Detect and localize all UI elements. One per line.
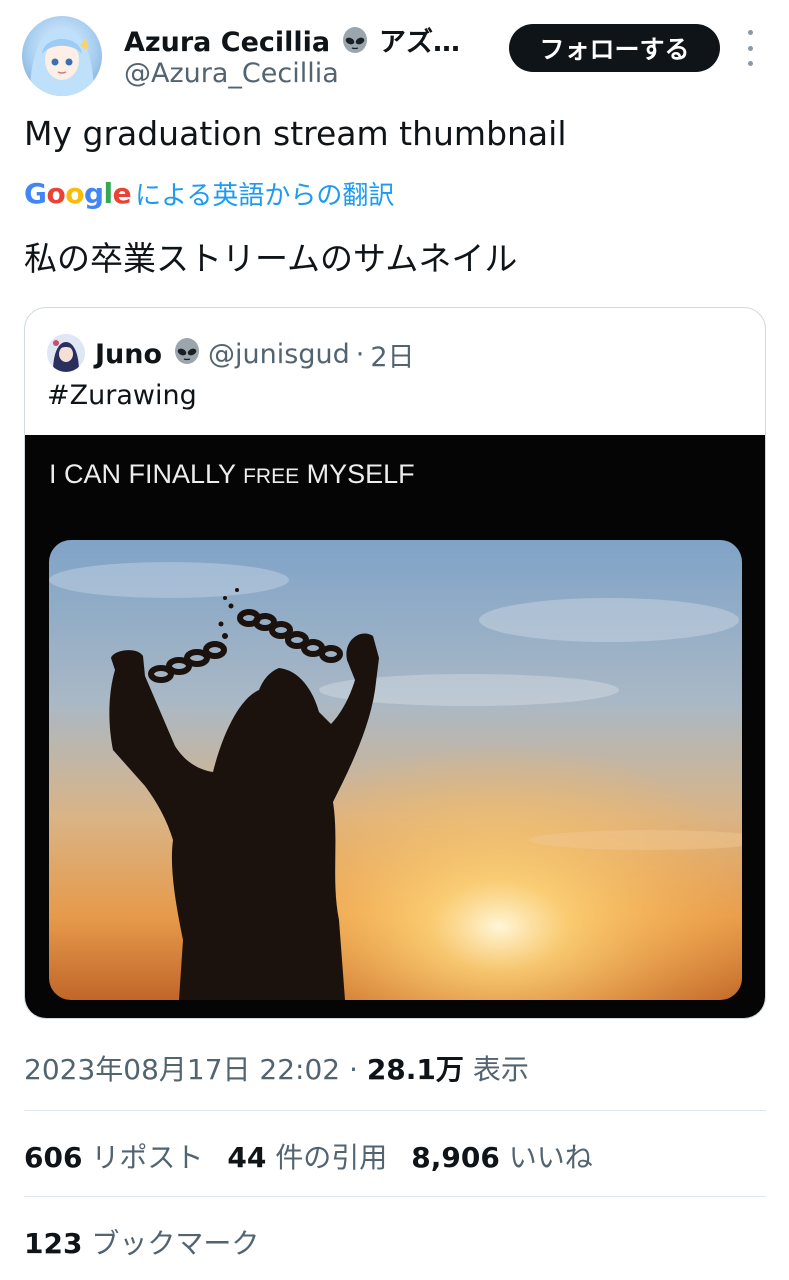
author-name-text: Azura Cecillia: [124, 27, 331, 58]
tweet-text: My graduation stream thumbnail: [24, 114, 567, 153]
views-label: 表示: [472, 1053, 529, 1086]
follow-button[interactable]: フォローする: [509, 24, 720, 72]
author-handle[interactable]: @Azura_Cecillia: [124, 58, 339, 89]
reposts-stat[interactable]: 606 リポスト: [24, 1136, 203, 1176]
reposts-label: リポスト: [91, 1141, 204, 1174]
translation-attribution[interactable]: Google による英語からの翻訳: [24, 175, 394, 212]
meta-separator: ·: [349, 1053, 358, 1086]
likes-count: 8,906: [411, 1141, 500, 1174]
engagement-stats: 606 リポスト 44 件の引用 8,906 いいね: [24, 1136, 593, 1176]
quoted-tweet-age: 2日: [370, 342, 415, 373]
meta-separator: ·: [355, 339, 365, 370]
media-caption-part: MYSELF: [306, 459, 415, 489]
translation-label: による英語からの翻訳: [135, 181, 395, 211]
media-caption: I CAN FINALLY FREE MYSELF: [49, 459, 415, 490]
bookmarks-label: ブックマーク: [91, 1227, 260, 1260]
divider: [24, 1110, 766, 1111]
reposts-count: 606: [24, 1141, 83, 1174]
author-name-suffix: アズ…: [378, 27, 460, 58]
quoted-author-avatar[interactable]: [47, 334, 85, 372]
alien-emoji-icon: [172, 336, 202, 373]
google-logo: Google: [24, 177, 132, 210]
sunset-silhouette-image: [49, 540, 742, 1000]
tweet-timestamp[interactable]: 2023年08月17日 22:02: [24, 1053, 340, 1086]
quotes-label: 件の引用: [275, 1141, 388, 1174]
divider: [24, 1196, 766, 1197]
bookmarks-stat[interactable]: 123 ブックマーク: [24, 1222, 259, 1262]
media-caption-part: FREE: [243, 465, 300, 488]
tweet-detail: Azura Cecillia アズ… @Azura_Cecillia フォローす…: [0, 0, 789, 1280]
likes-label: いいね: [508, 1141, 593, 1174]
quotes-stat[interactable]: 44 件の引用: [227, 1136, 387, 1176]
author-display-name[interactable]: Azura Cecillia アズ…: [124, 20, 474, 62]
bookmarks-count: 123: [24, 1227, 83, 1260]
more-options-icon[interactable]: [740, 30, 760, 66]
quotes-count: 44: [227, 1141, 267, 1174]
alien-emoji-icon: [340, 25, 370, 62]
quoted-tweet-header: Juno @junisgud · 2日: [95, 335, 415, 374]
quoted-tweet-card[interactable]: Juno @junisgud · 2日 #Zurawing I CAN FINA…: [24, 307, 766, 1019]
views-count: 28.1万: [366, 1053, 464, 1086]
quoted-author-name[interactable]: Juno: [95, 339, 162, 370]
tweet-meta: 2023年08月17日 22:02 · 28.1万 表示: [24, 1048, 529, 1088]
media-caption-part: I CAN FINALLY: [49, 459, 236, 489]
quoted-author-handle[interactable]: @junisgud: [208, 339, 350, 370]
quoted-tweet-media[interactable]: I CAN FINALLY FREE MYSELF: [25, 435, 765, 1018]
quoted-tweet-text[interactable]: #Zurawing: [47, 380, 197, 411]
translated-tweet-text: 私の卒業ストリームのサムネイル: [24, 239, 518, 278]
author-avatar[interactable]: [22, 16, 102, 96]
likes-stat[interactable]: 8,906 いいね: [411, 1136, 593, 1176]
